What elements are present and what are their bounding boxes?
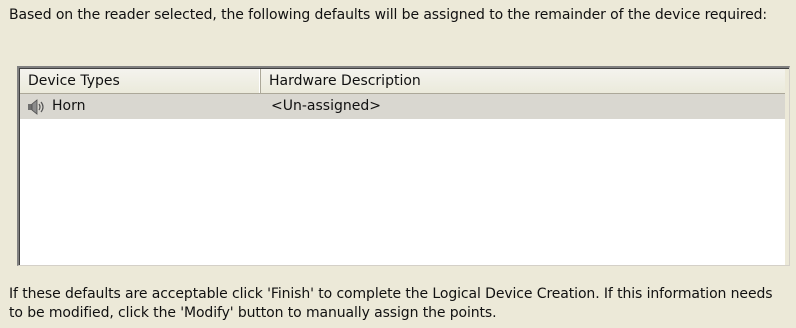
device-type-cell: Horn [20,94,261,119]
hardware-description-cell: <Un-assigned> [271,98,381,114]
column-header-hardware-description[interactable]: Hardware Description [261,69,787,93]
speaker-horn-icon [28,98,44,115]
intro-text: Based on the reader selected, the follow… [9,7,768,23]
column-header-device-types[interactable]: Device Types [20,69,261,93]
device-list[interactable]: Device Types Hardware Description Horn <… [17,66,790,266]
footer-text: If these defaults are acceptable click '… [9,286,773,321]
list-right-edge [785,69,789,265]
device-type-label: Horn [52,98,86,114]
list-row-horn[interactable]: Horn <Un-assigned> [20,94,789,119]
list-header: Device Types Hardware Description [20,69,789,94]
